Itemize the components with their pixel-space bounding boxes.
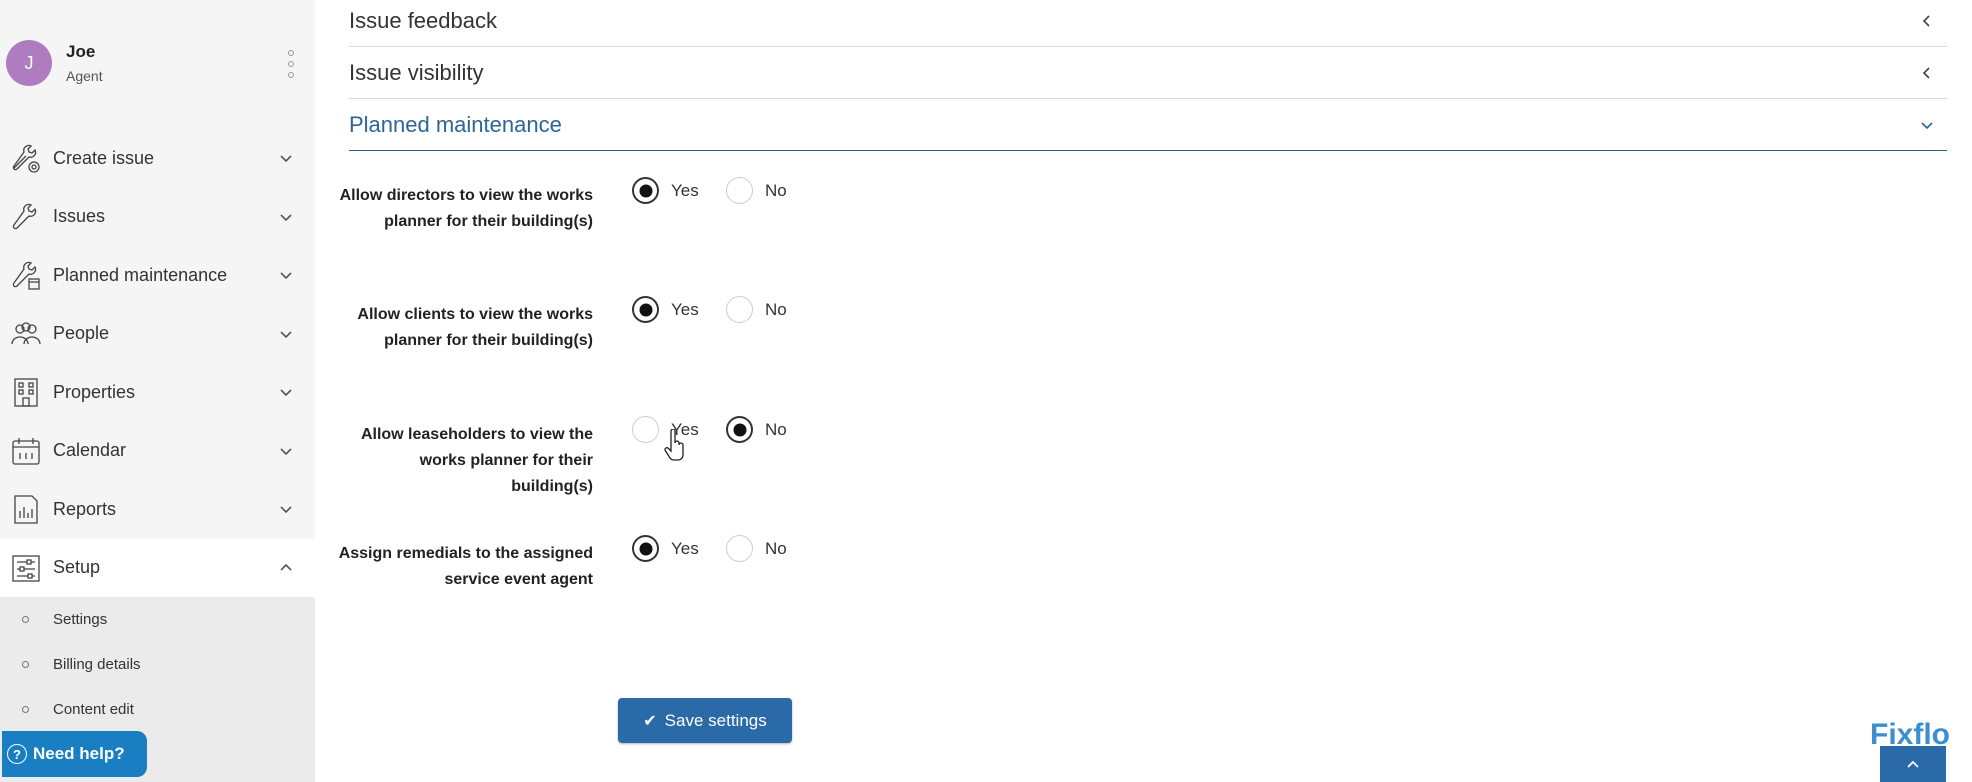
chevron-down-icon <box>280 272 292 280</box>
sidebar-item-calendar[interactable]: Calendar <box>0 422 315 481</box>
accordion-title: Issue feedback <box>349 7 497 33</box>
chevron-left-icon <box>1922 66 1930 79</box>
hand-cursor-icon <box>664 429 684 461</box>
radio-leaseholders-no[interactable]: No <box>726 416 787 443</box>
wrench-icon <box>9 200 43 234</box>
sidebar-item-label: Setup <box>53 557 101 578</box>
accordion-issue-feedback[interactable]: Issue feedback <box>349 0 1947 47</box>
submenu-item-settings[interactable]: Settings <box>0 597 315 642</box>
kebab-menu-icon[interactable] <box>286 50 296 78</box>
setting-label: Allow directors to view the works planne… <box>339 187 593 230</box>
radio-label: No <box>765 419 787 439</box>
accordion-issue-visibility[interactable]: Issue visibility <box>349 47 1947 99</box>
sidebar-item-label: Reports <box>53 498 117 519</box>
accordion-title: Issue visibility <box>349 59 484 85</box>
need-help-button[interactable]: ? Need help? <box>2 731 147 777</box>
sidebar-item-people[interactable]: People <box>0 305 315 364</box>
sidebar-item-create-issue[interactable]: Create issue <box>0 129 315 188</box>
sliders-icon <box>9 551 43 585</box>
checkmark-icon: ✔ <box>643 712 657 730</box>
accordion-title: Planned maintenance <box>349 111 562 137</box>
sidebar-item-label: People <box>53 323 110 344</box>
chevron-up-icon <box>1907 760 1919 768</box>
sidebar-item-properties[interactable]: Properties <box>0 363 315 422</box>
chevron-down-icon <box>1921 121 1933 129</box>
accordion-planned-maintenance[interactable]: Planned maintenance <box>349 99 1947 151</box>
save-settings-label: Save settings <box>664 710 767 730</box>
sidebar-item-planned-maintenance[interactable]: Planned maintenance <box>0 246 315 305</box>
main-content: Issue feedback Issue visibility Planned … <box>315 0 1972 782</box>
chevron-left-icon <box>1922 14 1930 27</box>
sidebar-item-label: Issues <box>53 206 106 227</box>
radio-directors-no[interactable]: No <box>726 177 787 204</box>
need-help-label: Need help? <box>33 744 125 763</box>
wrench-gear-icon <box>9 141 43 175</box>
chevron-down-icon <box>280 331 292 338</box>
radio-yes-circle[interactable] <box>632 296 659 323</box>
radio-clients-no[interactable]: No <box>726 296 787 323</box>
radio-no-circle[interactable] <box>726 535 753 562</box>
setting-label: Allow leaseholders to view the works pla… <box>360 426 593 495</box>
radio-label: Yes <box>671 180 699 200</box>
radio-label: No <box>765 538 787 558</box>
chevron-down-icon <box>280 389 292 397</box>
radio-yes-circle[interactable] <box>632 535 659 562</box>
sidebar-item-setup[interactable]: Setup <box>0 538 315 597</box>
radio-label: Yes <box>671 538 699 558</box>
chevron-down-icon <box>280 506 292 514</box>
building-icon <box>9 375 43 409</box>
sidebar-item-reports[interactable]: Reports <box>0 480 315 539</box>
calendar-icon <box>9 434 43 468</box>
sidebar-item-issues[interactable]: Issues <box>0 188 315 247</box>
radio-remedials-yes[interactable]: Yes <box>632 535 699 562</box>
submenu-item-billing-details[interactable]: Billing details <box>0 642 315 687</box>
radio-clients-yes[interactable]: Yes <box>632 296 699 323</box>
chevron-down-icon <box>280 155 292 163</box>
question-icon: ? <box>7 744 27 764</box>
wrench-calendar-icon <box>9 258 43 292</box>
setting-label: Allow clients to view the works planner … <box>357 306 593 349</box>
save-settings-button[interactable]: ✔ Save settings <box>618 698 792 743</box>
people-icon <box>9 317 43 351</box>
radio-label: Yes <box>671 299 699 319</box>
user-role: Agent <box>66 68 103 84</box>
chevron-down-icon <box>280 214 292 221</box>
radio-label: No <box>765 180 787 200</box>
circle-bullet-icon <box>22 661 29 668</box>
submenu-item-label: Content edit <box>53 701 134 718</box>
user-name: Joe <box>66 42 96 61</box>
radio-no-circle[interactable] <box>726 296 753 323</box>
radio-no-circle[interactable] <box>726 416 753 443</box>
circle-bullet-icon <box>22 706 29 713</box>
submenu-item-content-edit[interactable]: Content edit <box>0 687 315 732</box>
chevron-up-icon <box>280 563 292 571</box>
sidebar-item-label: Properties <box>53 381 136 402</box>
setting-label: Assign remedials to the assigned service… <box>338 545 593 588</box>
circle-bullet-icon <box>22 616 29 623</box>
report-icon <box>9 492 43 526</box>
radio-no-circle[interactable] <box>726 177 753 204</box>
radio-yes-circle[interactable] <box>632 177 659 204</box>
sidebar-nav: Create issue Issues Planned maintenance … <box>0 129 315 597</box>
sidebar-item-label: Create issue <box>53 147 155 168</box>
radio-directors-yes[interactable]: Yes <box>632 177 699 204</box>
sidebar: J Joe Agent Create issue Issues Planned … <box>0 0 315 782</box>
radio-remedials-no[interactable]: No <box>726 535 787 562</box>
chevron-down-icon <box>280 448 292 455</box>
user-profile[interactable]: J Joe Agent <box>0 22 315 104</box>
scroll-to-top-button[interactable] <box>1880 746 1946 782</box>
submenu-item-label: Settings <box>53 611 108 628</box>
sidebar-item-label: Calendar <box>53 440 127 461</box>
submenu-item-label: Billing details <box>53 656 141 673</box>
sidebar-item-label: Planned maintenance <box>53 264 228 285</box>
radio-label: No <box>765 299 787 319</box>
avatar: J <box>6 40 52 86</box>
radio-yes-circle[interactable] <box>632 416 659 443</box>
